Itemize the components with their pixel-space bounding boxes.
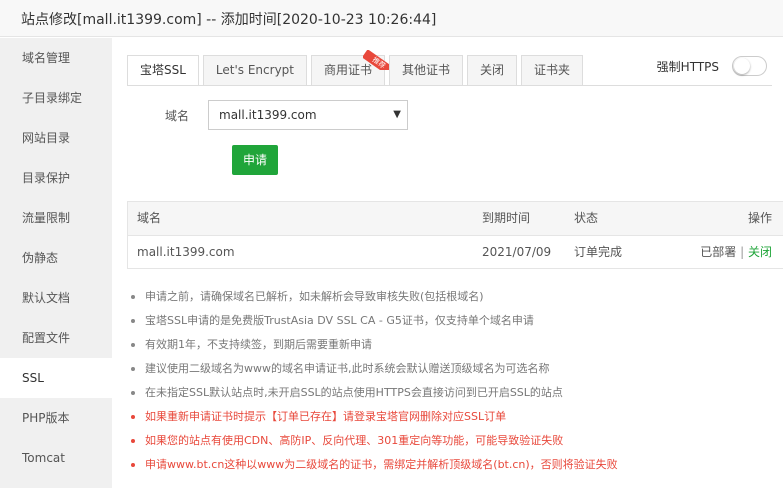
sidebar-item-default-document[interactable]: 默认文档 (0, 278, 112, 318)
tab-lets-encrypt[interactable]: Let's Encrypt (202, 55, 307, 85)
recommend-badge: 推荐 (363, 50, 390, 70)
toggle-knob (734, 58, 750, 74)
apply-button[interactable]: 申请 (232, 145, 278, 175)
sidebar-item-subdirectory-binding[interactable]: 子目录绑定 (0, 78, 112, 118)
domain-select[interactable]: mall.it1399.com ▼ (208, 100, 408, 130)
row-expire: 2021/07/09 (482, 245, 552, 259)
tab-other-cert[interactable]: 其他证书 (389, 55, 464, 85)
tip-item: 申请之前，请确保域名已解析，如未解析会导致审核失败(包括根域名) (130, 287, 770, 311)
close-link[interactable]: 关闭 (748, 245, 772, 259)
sidebar-item-rewrite[interactable]: 伪静态 (0, 238, 112, 278)
row-actions: 已部署 | 关闭 (666, 236, 783, 268)
tips-list: 申请之前，请确保域名已解析，如未解析会导致审核失败(包括根域名) 宝塔SSL申请… (130, 287, 770, 479)
deployed-label: 已部署 (700, 245, 737, 259)
tab-close[interactable]: 关闭 (467, 55, 518, 85)
sidebar-item-traffic-limit[interactable]: 流量限制 (0, 198, 112, 238)
force-https-label: 强制HTTPS (656, 59, 719, 74)
header-expire: 到期时间 (482, 211, 531, 225)
sidebar-item-domain-management[interactable]: 域名管理 (0, 38, 112, 78)
sidebar: 域名管理 子目录绑定 网站目录 目录保护 流量限制 伪静态 默认文档 配置文件 … (0, 38, 112, 488)
warning-tip-item: 如果您的站点有使用CDN、高防IP、反向代理、301重定向等功能，可能导致验证失… (130, 431, 770, 455)
cert-table: 域名 到期时间 状态 操作 mall.it1399.com 2021/07/09… (127, 201, 783, 269)
force-https-toggle[interactable] (732, 56, 767, 76)
chevron-down-icon: ▼ (393, 109, 401, 120)
domain-label: 域名 (164, 108, 189, 123)
window-title: 站点修改[mall.it1399.com] -- 添加时间[2020-10-23… (21, 12, 437, 28)
title-bar: 站点修改[mall.it1399.com] -- 添加时间[2020-10-23… (0, 0, 783, 37)
table-row: mall.it1399.com 2021/07/09 订单完成 已部署 | 关闭 (128, 236, 783, 268)
header-domain: 域名 (137, 211, 162, 225)
tip-item: 在未指定SSL默认站点时,未开启SSL的站点使用HTTPS会直接访问到已开启SS… (130, 383, 770, 407)
sidebar-item-php-version[interactable]: PHP版本 (0, 398, 112, 438)
sidebar-item-tomcat[interactable]: Tomcat (0, 438, 112, 478)
sidebar-item-directory-protection[interactable]: 目录保护 (0, 158, 112, 198)
sidebar-item-site-directory[interactable]: 网站目录 (0, 118, 112, 158)
ssl-tabs: 宝塔SSL Let's Encrypt 商用证书 推荐 其他证书 关闭 证书夹 (127, 50, 587, 86)
warning-tip-item: 申请www.bt.cn这种以www为二级域名的证书，需绑定并解析顶级域名(bt.… (130, 455, 770, 479)
tip-item: 建议使用二级域名为www的域名申请证书,此时系统会默认赠送顶级域名为可选名称 (130, 359, 770, 383)
header-action: 操作 (747, 211, 772, 225)
warning-tip-item: 如果重新申请证书时提示【订单已存在】请登录宝塔官网删除对应SSL订单 (130, 407, 770, 431)
header-status: 状态 (574, 211, 599, 225)
table-header: 域名 到期时间 状态 操作 (128, 202, 783, 236)
row-domain: mall.it1399.com (137, 245, 235, 259)
force-https-control: 强制HTTPS (657, 56, 767, 76)
action-separator: | (740, 245, 745, 259)
tab-bt-ssl[interactable]: 宝塔SSL (127, 55, 199, 86)
domain-row: 域名 mall.it1399.com ▼ (112, 100, 408, 130)
row-status: 订单完成 (574, 245, 623, 259)
tab-commercial-cert[interactable]: 商用证书 推荐 (311, 50, 390, 85)
tip-item: 宝塔SSL申请的是免费版TrustAsia DV SSL CA - G5证书，仅… (130, 311, 770, 335)
main-panel: 宝塔SSL Let's Encrypt 商用证书 推荐 其他证书 关闭 证书夹 … (112, 38, 783, 488)
tab-cert-folder[interactable]: 证书夹 (521, 55, 584, 85)
sidebar-item-config-file[interactable]: 配置文件 (0, 318, 112, 358)
tab-divider (127, 85, 772, 86)
tip-item: 有效期1年，不支持续签，到期后需要重新申请 (130, 335, 770, 359)
sidebar-item-ssl[interactable]: SSL (0, 358, 112, 398)
domain-select-value: mall.it1399.com (219, 108, 317, 122)
recommend-ribbon: 推荐 (363, 50, 390, 70)
